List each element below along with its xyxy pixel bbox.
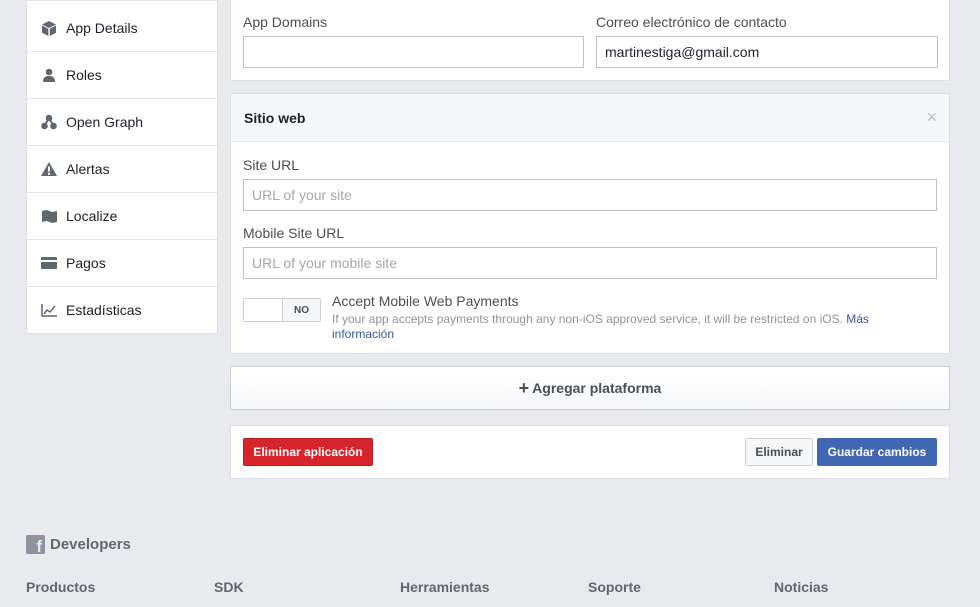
sidebar-item-label: Open Graph [66,114,144,130]
contact-email-label: Correo electrónico de contacto [596,14,787,30]
delete-app-button[interactable]: Eliminar aplicación [243,438,373,466]
footer-heading-herramientas[interactable]: Herramientas [400,579,490,595]
mobile-payments-title: Accept Mobile Web Payments [332,293,519,309]
website-panel-header: Sitio web [231,94,949,142]
toggle-knob [244,299,283,321]
facebook-logo-icon: f [26,535,45,556]
sidebar-item-label: App Details [66,20,138,36]
mobile-payments-description: If your app accepts payments through any… [332,312,932,342]
contact-email-input[interactable] [596,36,938,68]
site-url-label: Site URL [243,157,300,173]
chart-icon [41,302,57,318]
mobile-site-url-label: Mobile Site URL [243,225,345,241]
person-icon [41,67,57,83]
basic-settings-panel: App Domains Correo electrónico de contac… [230,0,950,81]
footer-heading-productos[interactable]: Productos [26,579,95,595]
sidebar-item-app-details[interactable]: App Details [27,0,217,51]
sidebar-item-localize[interactable]: Localize [27,192,217,239]
close-icon[interactable]: × [926,108,937,126]
actions-bar: Eliminar aplicación Eliminar Guardar cam… [230,425,950,479]
footer-heading-soporte[interactable]: Soporte [588,579,641,595]
facebook-logo-letter: f [36,537,42,556]
sidebar-nav: App Details Roles Open Graph Alertas Loc… [26,0,218,334]
app-domains-input[interactable] [243,36,584,68]
sidebar-item-label: Roles [66,67,102,83]
sidebar-item-open-graph[interactable]: Open Graph [27,98,217,145]
sidebar-item-label: Estadísticas [66,302,142,318]
description-text: If your app accepts payments through any… [332,312,843,326]
delete-button[interactable]: Eliminar [745,438,813,466]
add-platform-button[interactable]: + Agregar plataforma [230,366,950,410]
panel-title: Sitio web [244,109,306,126]
footer-heading-noticias[interactable]: Noticias [774,579,828,595]
mobile-site-url-input[interactable] [243,247,937,279]
sidebar-item-estadisticas[interactable]: Estadísticas [27,286,217,333]
map-icon [41,208,57,224]
plus-icon: + [518,377,530,398]
cube-icon [41,20,57,36]
sidebar-item-label: Alertas [66,161,110,177]
mobile-payments-toggle[interactable]: NO [243,298,321,322]
add-platform-label: Agregar plataforma [532,380,662,396]
footer-brand[interactable]: f Developers [26,535,131,556]
sidebar-item-alertas[interactable]: Alertas [27,145,217,192]
card-icon [41,255,57,271]
sidebar-item-label: Pagos [66,255,106,271]
app-domains-label: App Domains [243,14,328,30]
warning-icon [41,161,57,177]
site-url-input[interactable] [243,179,937,211]
save-changes-button[interactable]: Guardar cambios [817,438,937,466]
developers-label: Developers [50,536,131,553]
sidebar-item-pagos[interactable]: Pagos [27,239,217,286]
sidebar-item-roles[interactable]: Roles [27,51,217,98]
toggle-state: NO [294,304,309,316]
website-panel: Sitio web × Site URL Mobile Site URL NO … [230,93,950,354]
graph-icon [41,114,57,130]
sidebar-item-label: Localize [66,208,118,224]
footer-heading-sdk[interactable]: SDK [214,579,244,595]
